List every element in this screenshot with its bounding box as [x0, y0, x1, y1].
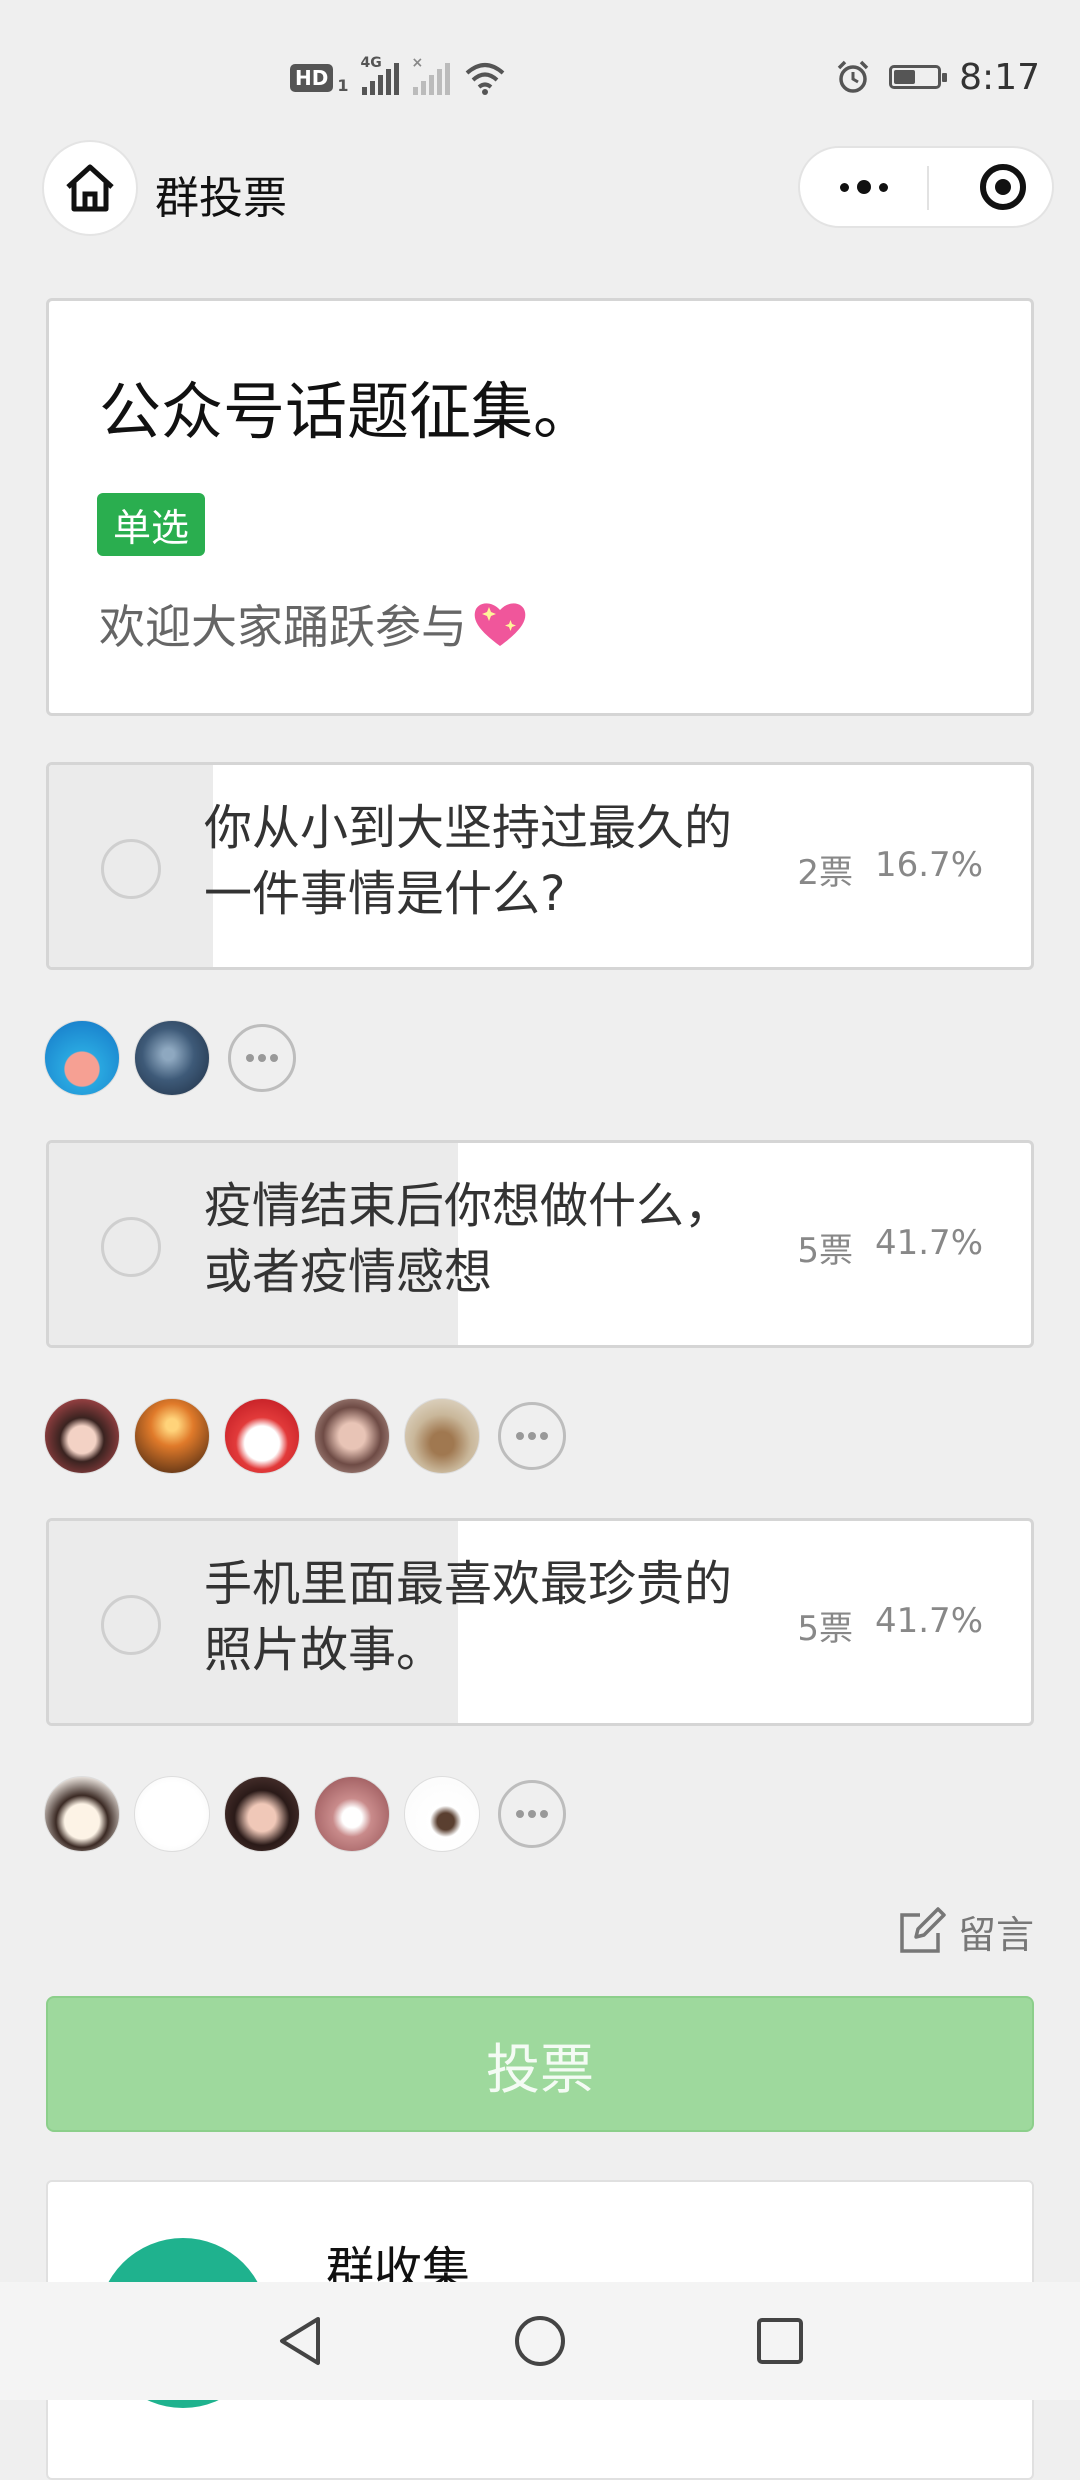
poll-description: 欢迎大家踊跃参与 [99, 591, 529, 657]
poll-option-2[interactable]: 疫情结束后你想做什么， 或者疫情感想 5票 41.7% [46, 1140, 1034, 1348]
system-nav-bar [0, 2282, 1080, 2400]
battery-icon [889, 65, 948, 89]
option-stats: 5票 41.7% [797, 1223, 983, 1272]
status-bar: HD 1 4G × 8:17 [0, 0, 1080, 150]
home-circle-icon [515, 2316, 565, 2366]
option-stats: 2票 16.7% [797, 845, 983, 894]
status-icons: HD 1 4G × [290, 55, 506, 98]
capsule-divider [927, 166, 929, 210]
option-3-voters [44, 1774, 566, 1854]
recents-button[interactable] [735, 2296, 825, 2386]
avatar[interactable] [314, 1398, 390, 1474]
option-radio[interactable] [101, 1595, 161, 1655]
poll-title: 公众号话题征集。 [99, 375, 596, 448]
avatar[interactable] [44, 1020, 120, 1096]
more-voters-button[interactable] [498, 1402, 566, 1470]
hd-badge: HD [290, 64, 334, 92]
poll-description-text: 欢迎大家踊跃参与 [99, 600, 467, 654]
vote-count: 5票 [797, 1609, 853, 1649]
avatar[interactable] [44, 1398, 120, 1474]
more-voters-button[interactable] [498, 1780, 566, 1848]
avatar[interactable] [404, 1398, 480, 1474]
back-button[interactable] [255, 2296, 345, 2386]
vote-count: 5票 [797, 1231, 853, 1271]
vote-percent: 41.7% [874, 1223, 983, 1263]
home-nav-button[interactable] [495, 2296, 585, 2386]
avatar[interactable] [314, 1776, 390, 1852]
option-text: 手机里面最喜欢最珍贵的 照片故事。 [204, 1556, 733, 1678]
signal-icon: 4G [360, 55, 400, 95]
poll-option-3[interactable]: 手机里面最喜欢最珍贵的 照片故事。 5票 41.7% [46, 1518, 1034, 1726]
vote-percent: 41.7% [874, 1601, 983, 1641]
edit-icon [900, 1906, 946, 1953]
page-title: 群投票 [155, 173, 287, 224]
sim-number: 1 [337, 75, 349, 95]
close-miniprogram-button[interactable] [980, 164, 1026, 210]
vote-percent: 16.7% [874, 845, 983, 885]
option-radio[interactable] [101, 839, 161, 899]
option-stats: 5票 41.7% [797, 1601, 983, 1650]
avatar[interactable] [224, 1776, 300, 1852]
home-button[interactable] [42, 140, 138, 236]
recents-square-icon [757, 2318, 803, 2364]
miniprogram-capsule [798, 146, 1054, 228]
more-button[interactable] [800, 148, 927, 226]
option-text: 你从小到大坚持过最久的 一件事情是什么? [204, 800, 733, 922]
option-radio[interactable] [101, 1217, 161, 1277]
option-1-voters [44, 1018, 296, 1098]
avatar[interactable] [134, 1776, 210, 1852]
app-header: 群投票 [0, 140, 1080, 252]
avatar[interactable] [44, 1776, 120, 1852]
poll-info-card: 公众号话题征集。 单选 欢迎大家踊跃参与 [46, 298, 1034, 716]
vote-button[interactable]: 投票 [46, 1996, 1034, 2132]
poll-type-badge: 单选 [97, 493, 206, 556]
alarm-icon [837, 60, 869, 93]
avatar[interactable] [134, 1020, 210, 1096]
signal-2-icon: × [411, 55, 451, 95]
comment-link[interactable]: 留言 [896, 1904, 1034, 1959]
avatar[interactable] [134, 1398, 210, 1474]
more-voters-button[interactable] [228, 1024, 296, 1092]
wifi-icon [466, 63, 505, 95]
back-triangle-icon [280, 2317, 320, 2365]
clock: 8:17 [959, 56, 1040, 98]
comment-label: 留言 [957, 1913, 1034, 1957]
avatar[interactable] [404, 1776, 480, 1852]
vote-count: 2票 [797, 853, 853, 893]
home-icon [66, 164, 114, 212]
poll-option-1[interactable]: 你从小到大坚持过最久的 一件事情是什么? 2票 16.7% [46, 762, 1034, 970]
sparkling-heart-icon [474, 603, 526, 646]
status-right: 8:17 [835, 55, 1040, 99]
avatar[interactable] [224, 1398, 300, 1474]
option-text: 疫情结束后你想做什么， 或者疫情感想 [204, 1178, 733, 1300]
option-2-voters [44, 1396, 566, 1476]
